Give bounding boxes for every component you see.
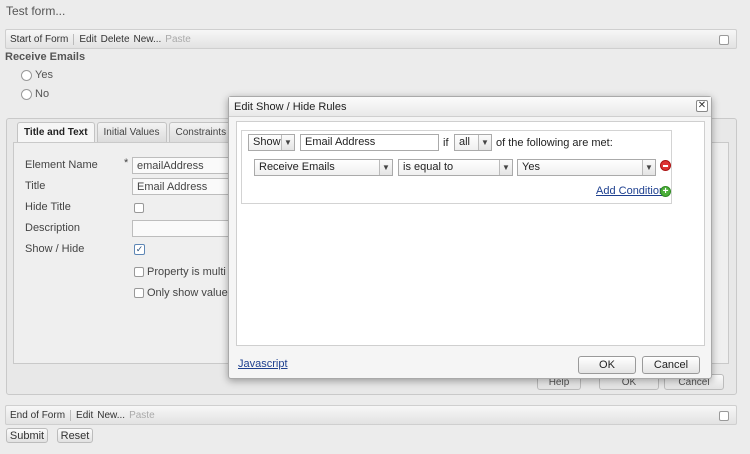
condition-tail-text: of the following are met: <box>496 137 613 149</box>
match-select[interactable]: all ▼ <box>454 134 492 151</box>
condition-field-select[interactable]: Receive Emails ▼ <box>254 159 393 176</box>
action-select[interactable]: Show ▼ <box>248 134 295 151</box>
javascript-link[interactable]: Javascript <box>238 358 288 370</box>
condition-value-text: Yes <box>522 161 540 173</box>
condition-value-select[interactable]: Yes ▼ <box>517 159 656 176</box>
match-select-value: all <box>459 136 471 148</box>
if-text: if <box>443 137 449 149</box>
chevron-down-icon: ▼ <box>642 160 655 175</box>
action-select-value: Show <box>253 136 281 148</box>
close-icon[interactable]: ✕ <box>696 100 708 112</box>
show-hide-rules-dialog: Edit Show / Hide Rules ✕ Show ▼ Email Ad… <box>228 96 712 379</box>
dialog-cancel-button[interactable]: Cancel <box>642 356 700 374</box>
dialog-title: Edit Show / Hide Rules <box>234 101 347 113</box>
add-condition-link[interactable]: Add Condition <box>596 185 665 197</box>
dialog-ok-button[interactable]: OK <box>578 356 636 374</box>
chevron-down-icon: ▼ <box>379 160 392 175</box>
condition-field-value: Receive Emails <box>259 161 335 173</box>
remove-circle-icon[interactable] <box>660 160 671 171</box>
condition-operator-select[interactable]: is equal to ▼ <box>398 159 513 176</box>
chevron-down-icon: ▼ <box>478 135 491 150</box>
chevron-down-icon: ▼ <box>281 135 294 150</box>
chevron-down-icon: ▼ <box>499 160 512 175</box>
condition-operator-value: is equal to <box>403 161 454 173</box>
add-circle-icon[interactable]: + <box>660 186 671 197</box>
target-element-input[interactable]: Email Address <box>300 134 439 151</box>
